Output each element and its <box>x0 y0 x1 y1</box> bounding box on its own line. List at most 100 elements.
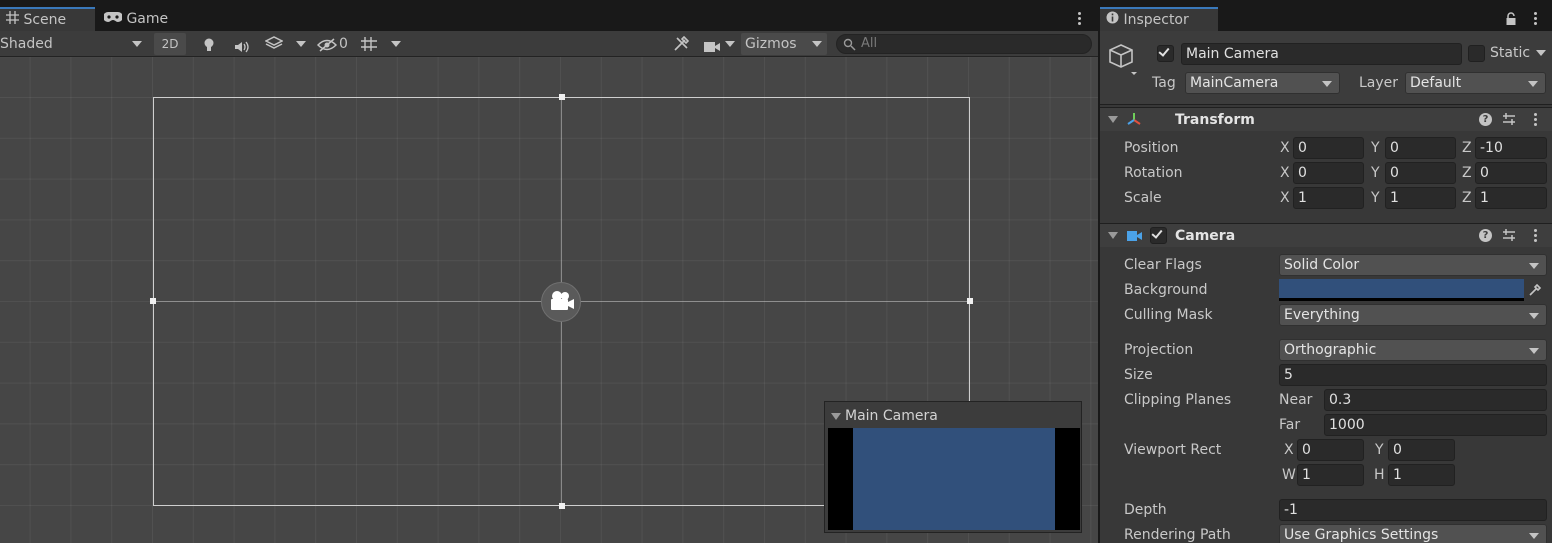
viewport-w-field[interactable]: 1 <box>1297 464 1364 486</box>
effects-dropdown[interactable] <box>260 33 310 55</box>
camera-preview-image <box>828 428 1080 530</box>
top-strip <box>0 0 1552 7</box>
camera-settings-dropdown[interactable] <box>700 33 738 55</box>
layers-icon <box>264 36 284 59</box>
scale-z-value: 1 <box>1480 190 1489 206</box>
grid-snap-icon <box>360 36 378 59</box>
lightbulb-icon <box>203 37 215 59</box>
tools-button[interactable] <box>668 33 694 55</box>
transform-icon <box>1126 112 1142 132</box>
projection-dropdown[interactable]: Orthographic <box>1279 339 1547 361</box>
viewport-h-field[interactable]: 1 <box>1388 464 1455 486</box>
axis-y-label: Y <box>1371 190 1380 206</box>
rotation-x-field[interactable]: 0 <box>1293 162 1364 184</box>
draw-mode-dropdown[interactable]: Shaded <box>0 33 148 55</box>
object-name-field[interactable]: Main Camera <box>1181 43 1462 65</box>
presets-icon[interactable] <box>1502 112 1516 130</box>
object-active-checkbox[interactable] <box>1157 45 1174 62</box>
position-z-field[interactable]: -10 <box>1475 137 1547 159</box>
camera-preview-title: Main Camera <box>845 408 938 424</box>
eye-slash-icon <box>316 37 338 59</box>
gamepad-icon <box>103 7 123 31</box>
frame-handle-right[interactable] <box>967 298 973 304</box>
panel-splitter[interactable] <box>1098 7 1100 543</box>
help-icon[interactable]: ? <box>1479 229 1492 242</box>
frame-handle-bottom[interactable] <box>559 503 565 509</box>
scale-z-field[interactable]: 1 <box>1475 187 1547 209</box>
fold-arrow-icon <box>1108 116 1118 123</box>
scale-x-value: 1 <box>1298 190 1307 206</box>
scale-x-field[interactable]: 1 <box>1293 187 1364 209</box>
camera-component-header[interactable]: Camera ? <box>1100 223 1552 247</box>
transform-title: Transform <box>1175 112 1255 128</box>
toggle-2d-button[interactable]: 2D <box>154 33 186 55</box>
position-x-value: 0 <box>1298 140 1307 156</box>
axis-y-label: Y <box>1371 165 1380 181</box>
size-field[interactable]: 5 <box>1279 364 1547 386</box>
static-dropdown-icon[interactable] <box>1536 50 1546 56</box>
help-icon[interactable]: ? <box>1479 113 1492 126</box>
camera-gizmo-icon[interactable] <box>541 282 581 322</box>
lighting-toggle[interactable] <box>196 33 222 55</box>
layer-label: Layer <box>1359 75 1399 91</box>
gameobject-cube-icon[interactable] <box>1108 43 1138 81</box>
tab-game-label: Game <box>126 11 169 27</box>
transform-header[interactable]: Transform ? <box>1100 107 1552 131</box>
near-label: Near <box>1279 392 1313 408</box>
scale-y-field[interactable]: 1 <box>1385 187 1456 209</box>
component-menu-icon[interactable] <box>1534 229 1538 243</box>
position-y-field[interactable]: 0 <box>1385 137 1456 159</box>
axis-x-label: X <box>1280 190 1290 206</box>
background-color-swatch[interactable] <box>1279 279 1524 301</box>
tab-inspector[interactable]: Inspector <box>1100 7 1218 31</box>
scene-viewport[interactable]: Main Camera <box>0 57 1098 543</box>
hidden-objects-toggle[interactable]: 0 <box>314 33 352 55</box>
gizmos-dropdown[interactable]: Gizmos <box>741 33 827 55</box>
layer-dropdown[interactable]: Default <box>1405 72 1546 94</box>
hidden-count: 0 <box>339 36 348 52</box>
camera-preview-header[interactable]: Main Camera <box>831 404 938 426</box>
tab-game[interactable]: Game <box>98 7 193 31</box>
static-checkbox[interactable] <box>1468 45 1485 62</box>
size-label: Size <box>1124 367 1153 383</box>
frame-handle-top[interactable] <box>559 94 565 100</box>
tag-value: MainCamera <box>1190 75 1279 91</box>
lock-icon[interactable] <box>1505 12 1517 30</box>
rotation-y-field[interactable]: 0 <box>1385 162 1456 184</box>
presets-icon[interactable] <box>1502 228 1516 246</box>
viewport-x-field[interactable]: 0 <box>1297 439 1364 461</box>
rotation-z-field[interactable]: 0 <box>1475 162 1547 184</box>
scale-y-value: 1 <box>1390 190 1399 206</box>
axis-x-label: X <box>1280 165 1290 181</box>
size-value: 5 <box>1284 367 1293 383</box>
viewport-y-label: Y <box>1375 442 1384 458</box>
scene-menu-icon[interactable] <box>1072 9 1088 29</box>
tag-dropdown[interactable]: MainCamera <box>1185 72 1340 94</box>
camera-enabled-checkbox[interactable] <box>1150 227 1167 244</box>
scene-search-input[interactable]: All <box>836 34 1092 54</box>
clear-flags-value: Solid Color <box>1284 257 1360 273</box>
culling-mask-dropdown[interactable]: Everything <box>1279 304 1547 326</box>
culling-mask-value: Everything <box>1284 307 1360 323</box>
viewport-y-field[interactable]: 0 <box>1388 439 1455 461</box>
audio-toggle[interactable] <box>228 33 254 55</box>
rotation-x-value: 0 <box>1298 165 1307 181</box>
position-x-field[interactable]: 0 <box>1293 137 1364 159</box>
eyedropper-icon[interactable] <box>1528 283 1542 301</box>
inspector-menu-icon[interactable] <box>1528 9 1544 29</box>
far-field[interactable]: 1000 <box>1324 414 1547 436</box>
camera-title: Camera <box>1175 228 1236 244</box>
viewport-h-label: H <box>1374 467 1385 483</box>
viewport-w-value: 1 <box>1302 467 1311 483</box>
rendering-path-dropdown[interactable]: Use Graphics Settings <box>1279 524 1547 543</box>
chevron-down-icon <box>391 41 401 47</box>
depth-field[interactable]: -1 <box>1279 499 1547 521</box>
grid-snap-dropdown[interactable] <box>356 33 406 55</box>
clear-flags-dropdown[interactable]: Solid Color <box>1279 254 1547 276</box>
tab-scene[interactable]: Scene <box>0 7 95 31</box>
axis-z-label: Z <box>1462 140 1472 156</box>
component-menu-icon[interactable] <box>1534 113 1538 127</box>
near-field[interactable]: 0.3 <box>1324 389 1547 411</box>
viewport-h-value: 1 <box>1393 467 1402 483</box>
frame-handle-left[interactable] <box>150 298 156 304</box>
